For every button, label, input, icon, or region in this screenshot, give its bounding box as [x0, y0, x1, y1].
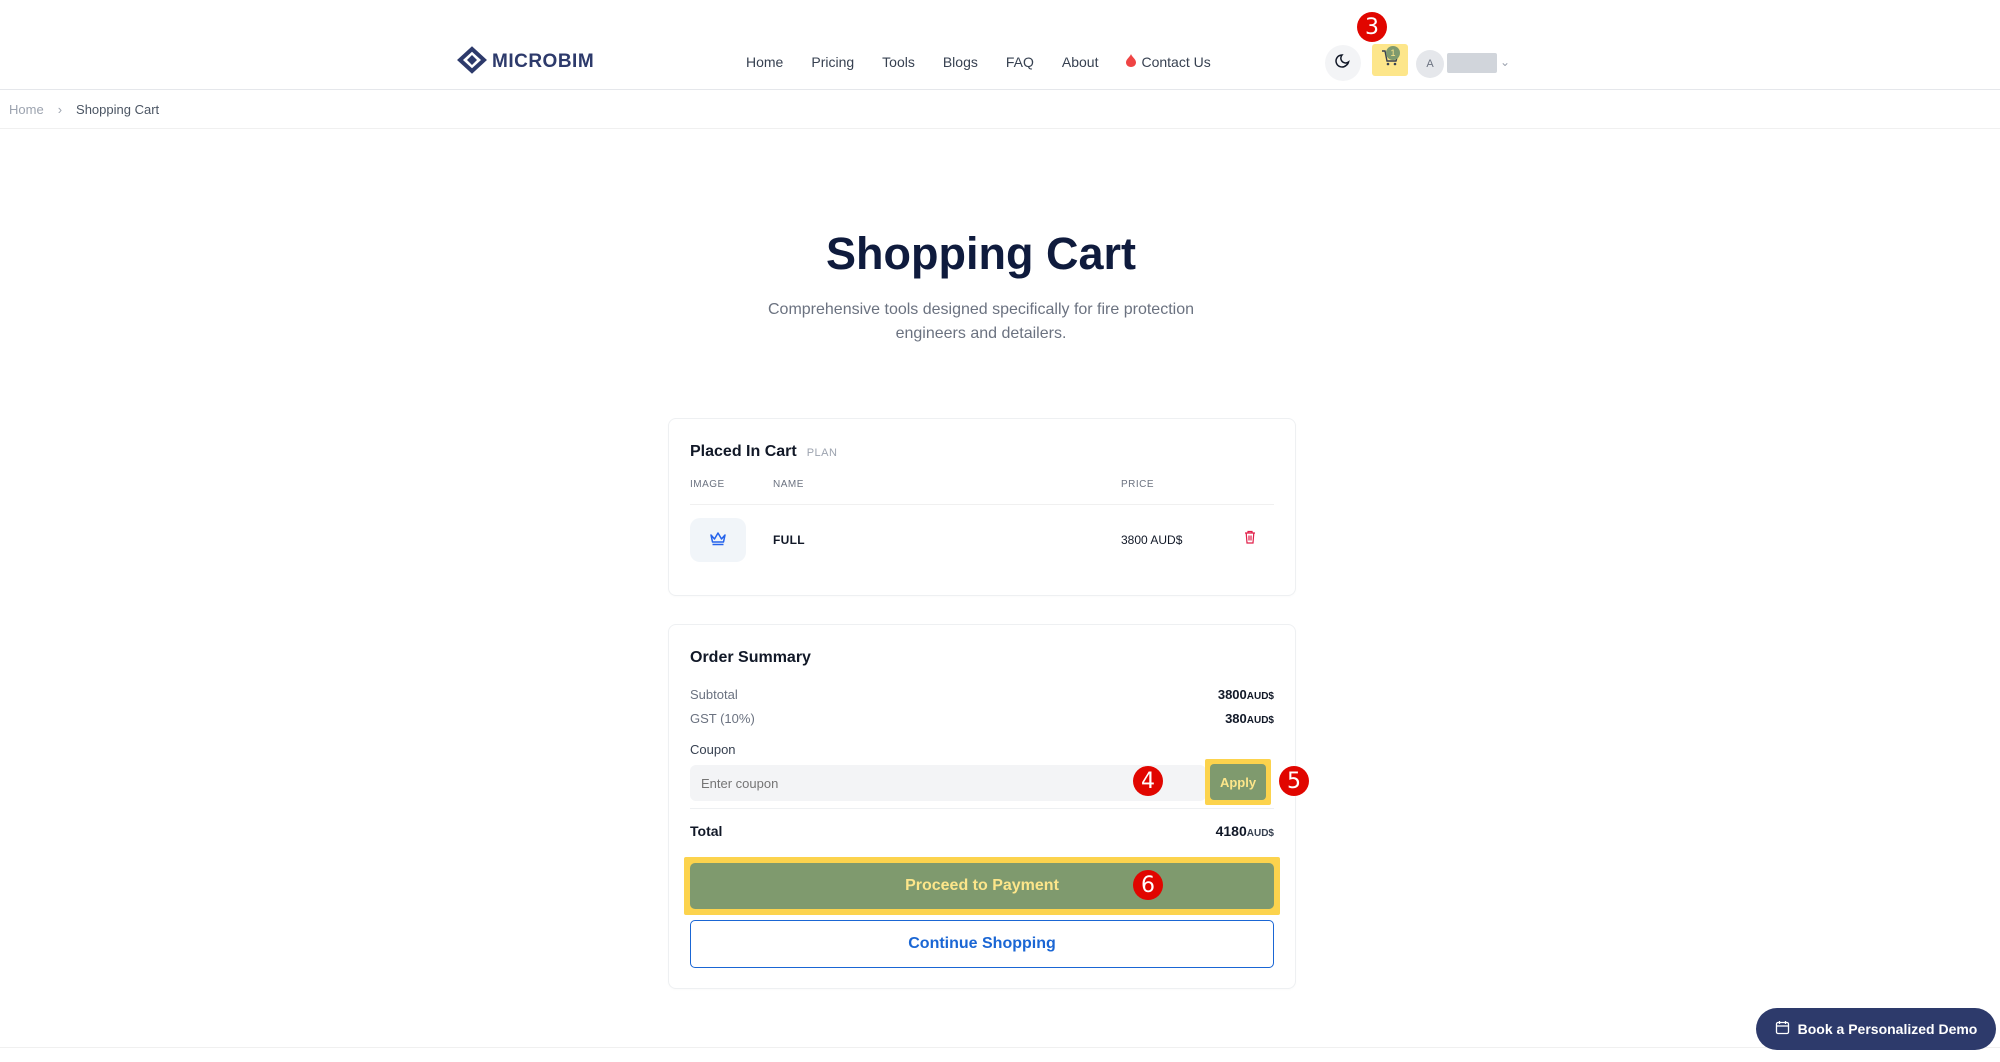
main-nav: Home Pricing Tools Blogs FAQ About Conta…: [746, 54, 1211, 70]
username-redacted[interactable]: [1447, 53, 1497, 73]
subtotal-row: Subtotal 3800AUD$: [690, 687, 1274, 702]
nav-contact[interactable]: Contact Us: [1126, 54, 1211, 70]
nav-tools[interactable]: Tools: [882, 54, 915, 70]
plan-name: FULL: [773, 533, 805, 547]
plan-image: [690, 518, 746, 562]
nav-blogs[interactable]: Blogs: [943, 54, 978, 70]
breadcrumb-home[interactable]: Home: [9, 102, 44, 117]
apply-highlight: Apply: [1205, 759, 1271, 805]
apply-coupon-button[interactable]: Apply: [1210, 764, 1266, 800]
page-subtitle: Comprehensive tools designed specificall…: [768, 301, 1194, 342]
step-marker-4: 4: [1133, 766, 1163, 796]
breadcrumb: Home › Shopping Cart: [0, 91, 2000, 129]
book-demo-label: Book a Personalized Demo: [1797, 1021, 1978, 1037]
total-value: 4180AUD$: [1215, 823, 1274, 839]
avatar[interactable]: A: [1416, 50, 1444, 78]
total-row: Total 4180AUD$: [690, 823, 1274, 839]
step-marker-5: 5: [1279, 766, 1309, 796]
gst-value: 380AUD$: [1225, 711, 1274, 726]
step-marker-3: 3: [1357, 12, 1387, 42]
subtotal-label: Subtotal: [690, 687, 738, 702]
nav-home[interactable]: Home: [746, 54, 783, 70]
column-header-price: PRICE: [1121, 479, 1155, 490]
theme-toggle-button[interactable]: [1325, 45, 1361, 81]
footer-divider: [0, 1047, 2000, 1048]
step-marker-6: 6: [1133, 870, 1163, 900]
brand-logo[interactable]: MICROBIM: [456, 46, 594, 78]
page-title: Shopping Cart: [826, 228, 1136, 279]
payment-highlight: Proceed to Payment: [684, 857, 1280, 915]
gst-label: GST (10%): [690, 711, 755, 726]
nav-about[interactable]: About: [1062, 54, 1099, 70]
cart-button[interactable]: 1: [1372, 44, 1408, 76]
calendar-icon: [1775, 1020, 1790, 1038]
continue-shopping-button[interactable]: Continue Shopping: [690, 920, 1274, 968]
cart-count-badge: 1: [1386, 46, 1400, 60]
site-header: MICROBIM Home Pricing Tools Blogs FAQ Ab…: [0, 0, 2000, 90]
proceed-to-payment-button[interactable]: Proceed to Payment: [690, 863, 1274, 909]
nav-faq[interactable]: FAQ: [1006, 54, 1034, 70]
subtotal-value: 3800AUD$: [1217, 687, 1274, 702]
chevron-down-icon[interactable]: ⌄: [1500, 55, 1510, 69]
placed-in-cart-card: Placed In Cart PLAN IMAGE NAME PRICE FUL…: [668, 418, 1296, 596]
column-header-name: NAME: [773, 479, 804, 490]
gst-row: GST (10%) 380AUD$: [690, 711, 1274, 726]
nav-contact-label: Contact Us: [1141, 54, 1211, 70]
coupon-input[interactable]: [690, 765, 1206, 801]
cart-heading-tag: PLAN: [806, 447, 838, 459]
brand-name: MICROBIM: [492, 51, 595, 72]
cart-heading-title: Placed In Cart: [690, 443, 797, 460]
fire-icon: [1126, 54, 1137, 70]
plan-price: 3800 AUD$: [1121, 533, 1183, 547]
order-summary-card: Order Summary Subtotal 3800AUD$ GST (10%…: [668, 624, 1296, 989]
book-demo-button[interactable]: Book a Personalized Demo: [1756, 1008, 1996, 1050]
summary-heading: Order Summary: [690, 649, 811, 666]
divider: [690, 808, 1274, 809]
divider: [690, 504, 1274, 505]
chevron-right-icon: ›: [57, 102, 63, 117]
logo-mark-icon: [456, 46, 488, 78]
trash-icon[interactable]: [1244, 530, 1256, 549]
breadcrumb-current: Shopping Cart: [76, 102, 160, 117]
crown-icon: [709, 530, 727, 551]
moon-icon: [1335, 53, 1351, 74]
nav-pricing[interactable]: Pricing: [811, 54, 854, 70]
total-label: Total: [690, 823, 723, 839]
coupon-label: Coupon: [690, 742, 736, 757]
cart-heading: Placed In Cart PLAN: [690, 443, 837, 461]
column-header-image: IMAGE: [690, 479, 725, 490]
